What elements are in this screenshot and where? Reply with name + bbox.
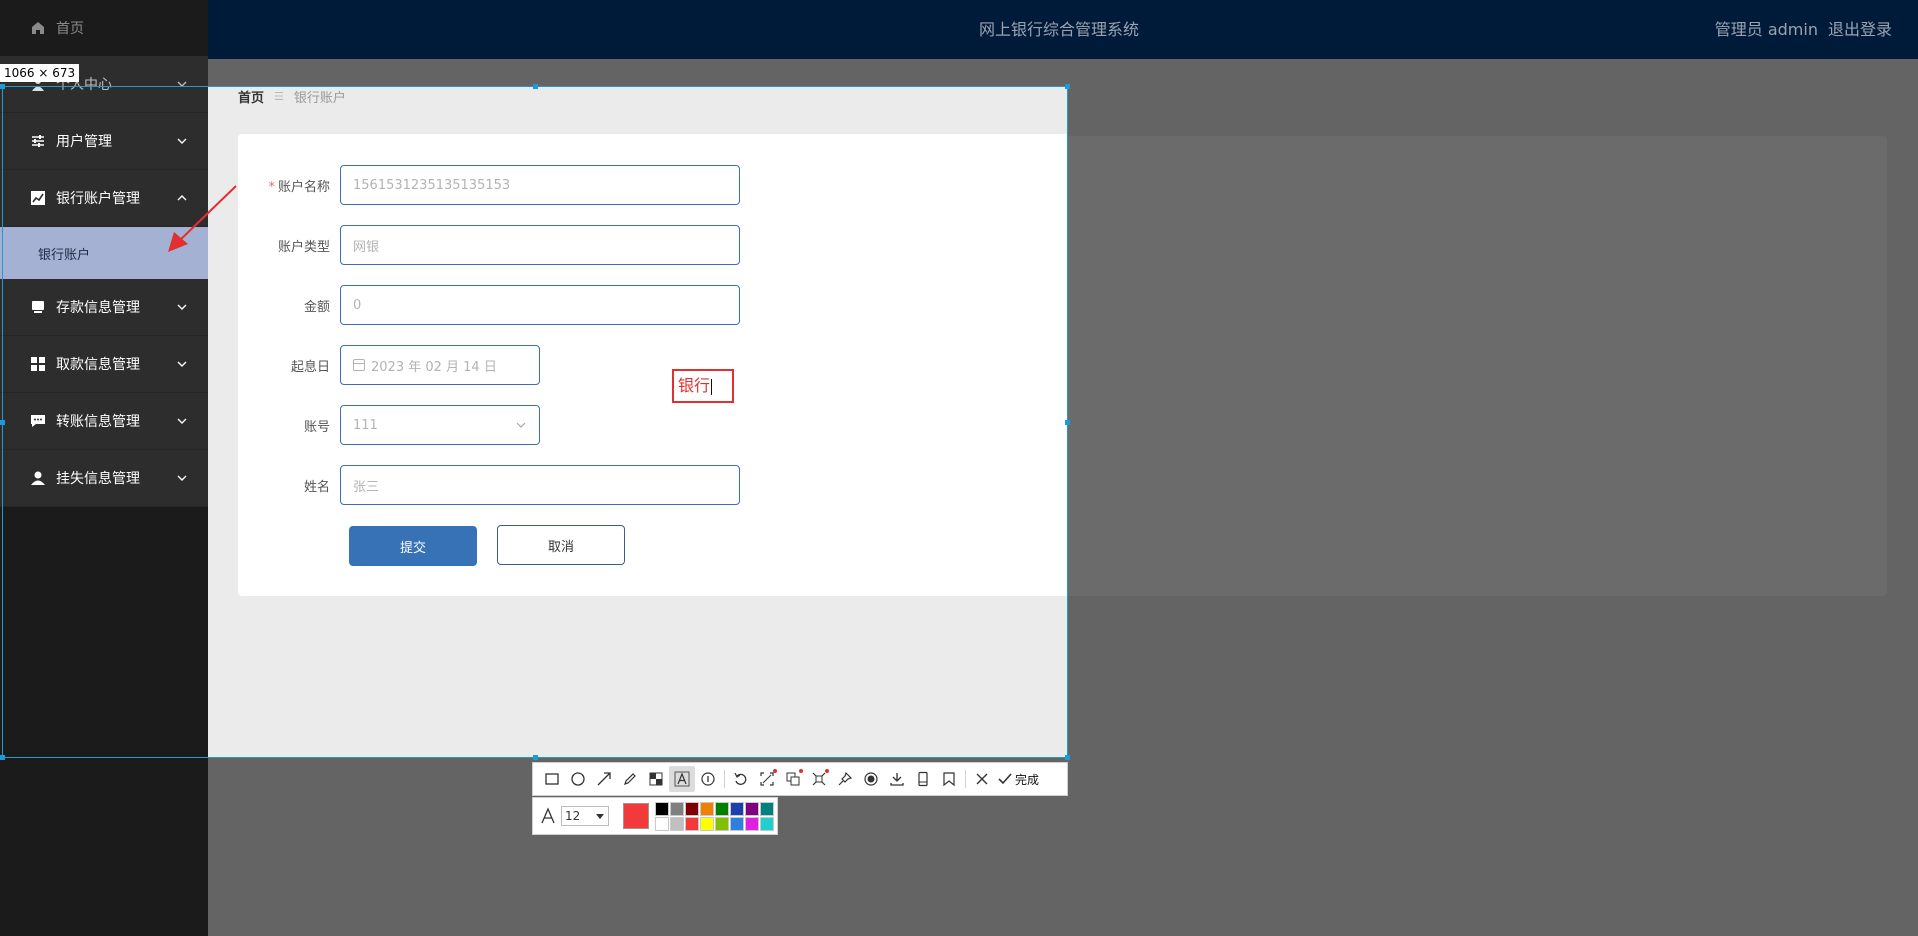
resize-handle[interactable]: [1065, 420, 1070, 425]
long-capture-button[interactable]: [806, 766, 832, 792]
current-color-swatch[interactable]: [623, 803, 649, 829]
arrow-icon: [597, 772, 611, 786]
translate-icon: [786, 772, 800, 786]
pen-tool[interactable]: [617, 766, 643, 792]
resize-handle[interactable]: [1065, 84, 1070, 89]
color-swatch[interactable]: [760, 801, 774, 816]
capture-toolbar: 完成: [532, 762, 1068, 796]
expand-icon: [812, 772, 826, 786]
toolbar-separator: [965, 770, 966, 788]
new-badge: [799, 769, 803, 773]
color-swatch[interactable]: [745, 801, 759, 816]
color-swatch[interactable]: [655, 816, 669, 831]
send-to-phone-button[interactable]: [910, 766, 936, 792]
arrow-annotation: [168, 185, 237, 252]
color-swatch[interactable]: [760, 816, 774, 831]
pin-button[interactable]: [832, 766, 858, 792]
selection-size-label: 1066 × 673: [0, 64, 80, 82]
app-title: 网上银行综合管理系统: [978, 20, 1139, 39]
color-swatch[interactable]: [685, 816, 699, 831]
ellipse-icon: [571, 772, 585, 786]
toolbar-separator: [724, 770, 725, 788]
header-user-area: 管理员 admin 退出登录: [1715, 0, 1892, 59]
resize-handle[interactable]: [0, 420, 5, 425]
color-swatch[interactable]: [670, 816, 684, 831]
top-header: 网上银行综合管理系统 管理员 admin 退出登录: [208, 0, 1918, 59]
ellipse-tool[interactable]: [565, 766, 591, 792]
text-properties-panel: 12: [532, 797, 778, 835]
current-user: 管理员 admin: [1714, 20, 1818, 39]
done-button[interactable]: 完成: [997, 771, 1039, 788]
resize-handle[interactable]: [533, 84, 538, 89]
undo-button[interactable]: [728, 766, 754, 792]
ocr-button[interactable]: [754, 766, 780, 792]
color-swatch[interactable]: [730, 816, 744, 831]
form-card-dimmed: [1067, 136, 1887, 596]
phone-icon: [918, 771, 928, 787]
resize-handle[interactable]: [1065, 755, 1070, 760]
color-swatch[interactable]: [730, 801, 744, 816]
resize-handle[interactable]: [0, 84, 5, 89]
favorite-button[interactable]: [936, 766, 962, 792]
sidebar-home[interactable]: 首页: [0, 0, 208, 56]
save-button[interactable]: [884, 766, 910, 792]
download-icon: [890, 773, 904, 786]
new-badge: [825, 769, 829, 773]
resize-handle[interactable]: [533, 755, 538, 760]
record-button[interactable]: [858, 766, 884, 792]
record-icon: [864, 772, 878, 786]
color-swatch[interactable]: [700, 801, 714, 816]
pen-icon: [624, 773, 636, 785]
sidebar-home-label: 首页: [56, 21, 84, 37]
color-swatch[interactable]: [715, 801, 729, 816]
mosaic-tool[interactable]: [643, 766, 669, 792]
color-swatch[interactable]: [685, 801, 699, 816]
new-badge: [773, 769, 777, 773]
text-icon: [674, 771, 690, 787]
number-tool[interactable]: [695, 766, 721, 792]
color-palette: [655, 801, 774, 831]
logout-link[interactable]: 退出登录: [1828, 20, 1892, 39]
number-icon: [701, 772, 715, 786]
mosaic-icon: [649, 772, 663, 786]
resize-handle[interactable]: [0, 755, 5, 760]
color-swatch[interactable]: [745, 816, 759, 831]
color-swatch[interactable]: [700, 816, 714, 831]
close-button[interactable]: [969, 766, 995, 792]
rectangle-icon: [545, 773, 559, 785]
close-icon: [976, 773, 988, 785]
bookmark-icon: [943, 772, 955, 787]
font-icon: [541, 807, 555, 824]
translate-button[interactable]: [780, 766, 806, 792]
arrow-tool[interactable]: [591, 766, 617, 792]
pin-icon: [838, 771, 853, 786]
color-swatch[interactable]: [655, 801, 669, 816]
undo-icon: [734, 772, 747, 785]
home-icon: [30, 20, 46, 36]
font-size-select[interactable]: 12: [561, 806, 609, 826]
text-tool[interactable]: [669, 766, 695, 792]
rectangle-tool[interactable]: [539, 766, 565, 792]
scan-icon: [760, 772, 774, 786]
color-swatch[interactable]: [670, 801, 684, 816]
color-swatch[interactable]: [715, 816, 729, 831]
check-icon: [998, 773, 1012, 785]
